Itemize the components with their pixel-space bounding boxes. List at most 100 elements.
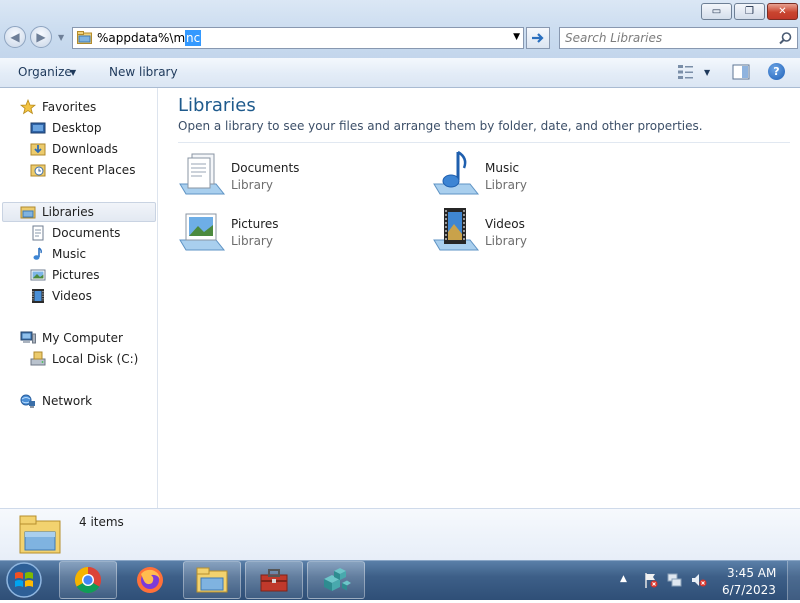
nav-favorites[interactable]: Favorites bbox=[20, 97, 96, 117]
nav-recent-places-label: Recent Places bbox=[52, 163, 136, 177]
music-library-icon bbox=[433, 150, 480, 195]
nav-documents-label: Documents bbox=[52, 226, 121, 240]
star-icon bbox=[20, 99, 36, 115]
desktop-icon bbox=[30, 122, 46, 134]
new-library-button[interactable]: New library bbox=[109, 65, 178, 79]
nav-my-computer[interactable]: My Computer bbox=[20, 328, 123, 348]
close-icon: ✕ bbox=[778, 6, 787, 17]
nav-desktop-label: Desktop bbox=[52, 121, 102, 135]
minimize-icon: ▭ bbox=[711, 6, 722, 17]
taskbar-toolbox[interactable] bbox=[245, 561, 303, 599]
music-icon bbox=[33, 247, 42, 260]
nav-local-disk-label: Local Disk (C:) bbox=[52, 352, 139, 366]
pictures-library-icon bbox=[179, 213, 226, 251]
nav-network[interactable]: Network bbox=[20, 391, 92, 411]
taskbar-app[interactable] bbox=[307, 561, 365, 599]
recent-pages-dropdown[interactable]: ▼ bbox=[58, 33, 64, 42]
network-icon bbox=[20, 394, 35, 408]
toolbox-icon bbox=[260, 569, 288, 592]
taskbar-chrome[interactable] bbox=[59, 561, 117, 599]
nav-music-label: Music bbox=[52, 247, 87, 261]
library-name: Music bbox=[485, 161, 520, 175]
start-button[interactable] bbox=[4, 560, 48, 600]
libraries-folder-icon bbox=[77, 31, 92, 44]
volume-muted-icon[interactable] bbox=[690, 571, 708, 589]
show-hidden-icons-button[interactable]: ▲ bbox=[620, 574, 627, 584]
address-bar[interactable]: %appdata%\m nc ▼ bbox=[72, 27, 524, 49]
minimize-button[interactable]: ▭ bbox=[701, 3, 732, 20]
organize-button[interactable]: Organize bbox=[18, 65, 72, 79]
app-cubes-icon bbox=[324, 568, 351, 591]
library-type: Library bbox=[231, 234, 273, 248]
view-dropdown-icon[interactable]: ▼ bbox=[704, 68, 710, 77]
nav-local-disk[interactable]: Local Disk (C:) bbox=[30, 349, 138, 369]
nav-libraries-label: Libraries bbox=[42, 205, 94, 219]
library-type: Library bbox=[231, 178, 273, 192]
documents-library-icon bbox=[179, 153, 226, 195]
change-view-icon[interactable] bbox=[677, 63, 695, 81]
firefox-icon bbox=[137, 567, 163, 593]
videos-library-icon bbox=[433, 208, 480, 251]
help-icon[interactable]: ? bbox=[768, 63, 785, 80]
nav-videos[interactable]: Videos bbox=[30, 286, 92, 306]
nav-my-computer-label: My Computer bbox=[42, 331, 123, 345]
close-button[interactable]: ✕ bbox=[767, 3, 798, 20]
nav-libraries[interactable]: Libraries bbox=[20, 202, 94, 222]
show-desktop-button[interactable] bbox=[787, 561, 800, 600]
nav-downloads[interactable]: Downloads bbox=[30, 139, 118, 159]
back-button[interactable]: ◀ bbox=[4, 26, 26, 48]
computer-icon bbox=[20, 331, 36, 344]
videos-icon bbox=[32, 289, 44, 303]
nav-desktop[interactable]: Desktop bbox=[30, 118, 102, 138]
documents-icon bbox=[32, 225, 44, 241]
nav-recent-places[interactable]: Recent Places bbox=[30, 160, 135, 180]
back-arrow-icon: ◀ bbox=[10, 30, 20, 44]
organize-dropdown-icon: ▼ bbox=[70, 68, 77, 77]
nav-pictures[interactable]: Pictures bbox=[30, 265, 100, 285]
clock-time[interactable]: 3:45 AM bbox=[727, 566, 776, 580]
network-tray-icon[interactable] bbox=[666, 571, 684, 589]
nav-network-label: Network bbox=[42, 394, 93, 408]
maximize-button[interactable]: ❐ bbox=[734, 3, 765, 20]
taskbar-firefox[interactable] bbox=[121, 561, 179, 599]
taskbar-explorer[interactable] bbox=[183, 561, 241, 599]
search-box[interactable] bbox=[559, 27, 798, 49]
windows-logo-icon bbox=[6, 562, 42, 598]
libraries-large-icon bbox=[19, 515, 61, 554]
address-dropdown-icon[interactable]: ▼ bbox=[513, 32, 520, 42]
preview-pane-icon[interactable] bbox=[732, 64, 750, 80]
page-title: Libraries bbox=[178, 95, 256, 116]
recent-places-icon bbox=[30, 164, 46, 177]
nav-videos-label: Videos bbox=[52, 289, 92, 303]
chrome-icon bbox=[74, 566, 102, 594]
nav-pictures-label: Pictures bbox=[52, 268, 100, 282]
go-button[interactable] bbox=[526, 27, 550, 49]
navigation-pane: Favorites Desktop Downloads Recent Place… bbox=[0, 88, 158, 508]
nav-favorites-label: Favorites bbox=[42, 100, 97, 114]
divider bbox=[178, 142, 790, 143]
library-type: Library bbox=[485, 234, 527, 248]
hard-drive-icon bbox=[30, 351, 46, 366]
search-input[interactable] bbox=[565, 30, 770, 46]
library-tile-videos[interactable]: Videos Library bbox=[432, 206, 662, 254]
clock-date[interactable]: 6/7/2023 bbox=[722, 583, 776, 597]
library-tile-documents[interactable]: Documents Library bbox=[178, 150, 408, 198]
address-selected-text: nc bbox=[185, 30, 202, 46]
downloads-folder-icon bbox=[30, 143, 46, 156]
command-bar: Organize ▼ New library ▼ ? bbox=[0, 58, 800, 88]
go-arrow-icon bbox=[532, 33, 544, 43]
forward-arrow-icon: ▶ bbox=[36, 30, 46, 44]
library-tile-pictures[interactable]: Pictures Library bbox=[178, 206, 408, 254]
forward-button[interactable]: ▶ bbox=[30, 26, 52, 48]
action-center-flag-icon[interactable] bbox=[643, 571, 659, 589]
file-explorer-icon bbox=[196, 567, 228, 593]
nav-documents[interactable]: Documents bbox=[30, 223, 120, 243]
search-icon[interactable] bbox=[779, 32, 792, 45]
restore-icon: ❐ bbox=[745, 6, 754, 17]
library-type: Library bbox=[485, 178, 527, 192]
library-name: Pictures bbox=[231, 217, 279, 231]
page-description: Open a library to see your files and arr… bbox=[178, 119, 703, 133]
pictures-icon bbox=[30, 269, 46, 281]
nav-music[interactable]: Music bbox=[30, 244, 86, 264]
library-tile-music[interactable]: Music Library bbox=[432, 150, 662, 198]
